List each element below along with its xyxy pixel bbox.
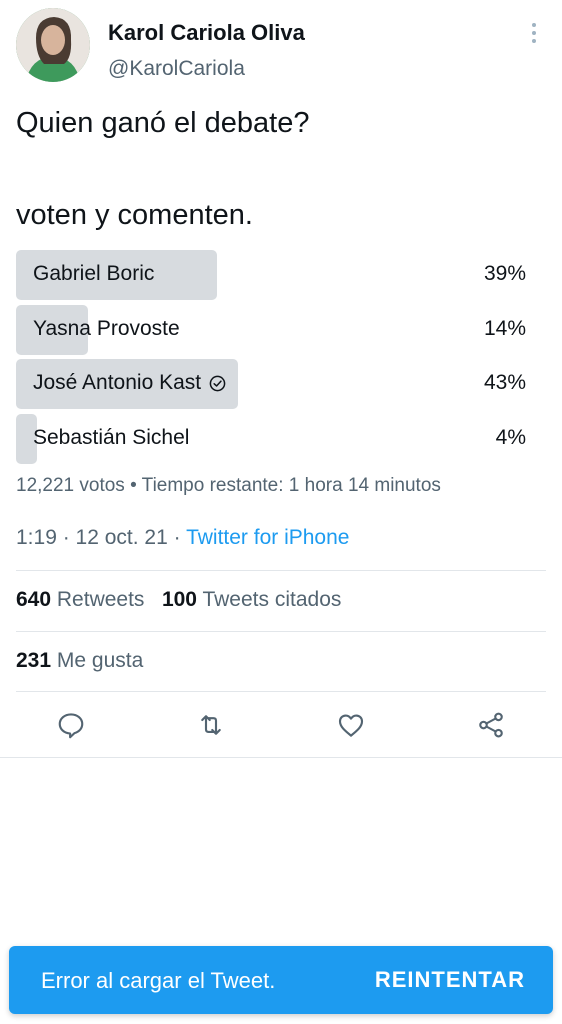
tweet-header: Karol Cariola Oliva @KarolCariola xyxy=(16,8,546,84)
poll-option-label: José Antonio Kast xyxy=(33,371,226,395)
avatar-image xyxy=(16,8,90,82)
poll-option-percent: 14% xyxy=(483,316,526,340)
poll-option-percent: 43% xyxy=(483,371,526,394)
stats-row: 640 Retweets 100 Tweets citados xyxy=(16,588,341,612)
author-handle[interactable]: @KarolCariola xyxy=(108,57,245,81)
check-circle-icon xyxy=(209,375,226,391)
poll-meta: 12,221 votos • Tiempo restante: 1 hora 1… xyxy=(16,475,441,496)
poll-option-percent: 4% xyxy=(495,425,526,449)
tweet-text: Quien ganó el debate? voten y comenten. xyxy=(16,100,546,238)
retweets-stat[interactable]: 640 Retweets xyxy=(16,588,144,611)
poll-option-label: Gabriel Boric xyxy=(33,262,155,285)
error-toast: Error al cargar el Tweet. REINTENTAR xyxy=(9,946,553,1014)
like-icon[interactable] xyxy=(336,710,366,740)
share-icon[interactable] xyxy=(476,710,506,740)
retry-button[interactable]: REINTENTAR xyxy=(375,967,525,993)
tweet-timestamp: 1:19 · 12 oct. 21 · Twitter for iPhone xyxy=(16,526,349,550)
divider xyxy=(16,570,546,571)
quotes-stat[interactable]: 100 Tweets citados xyxy=(162,588,341,611)
more-vertical-icon[interactable] xyxy=(528,22,540,44)
poll-option-label: Sebastián Sichel xyxy=(33,425,190,449)
divider xyxy=(16,691,546,692)
timestamp-text[interactable]: 1:19 · 12 oct. 21 · xyxy=(16,526,186,549)
source-link[interactable]: Twitter for iPhone xyxy=(186,526,349,549)
divider xyxy=(16,631,546,632)
page-divider xyxy=(0,757,562,758)
poll-option-percent: 39% xyxy=(483,262,526,285)
poll-option: Yasna Provoste 14% xyxy=(16,304,532,355)
action-bar xyxy=(16,700,546,750)
likes-stat[interactable]: 231 Me gusta xyxy=(16,649,143,672)
toast-message: Error al cargar el Tweet. xyxy=(41,968,276,993)
reply-icon[interactable] xyxy=(56,710,86,740)
poll-option-label: Yasna Provoste xyxy=(33,316,180,340)
poll-option: Gabriel Boric 39% xyxy=(16,250,532,300)
poll-option: José Antonio Kast 43% xyxy=(16,359,532,409)
tweet-text-line: voten y comenten. xyxy=(16,199,253,231)
poll: Gabriel Boric 39% Yasna Provoste 14% Jos… xyxy=(16,250,532,468)
avatar[interactable] xyxy=(16,8,90,82)
likes-row: 231 Me gusta xyxy=(16,649,143,673)
tweet-text-line: Quien ganó el debate? xyxy=(16,107,310,139)
poll-option: Sebastián Sichel 4% xyxy=(16,413,532,464)
author-name[interactable]: Karol Cariola Oliva xyxy=(108,20,305,46)
retweet-icon[interactable] xyxy=(196,710,226,740)
